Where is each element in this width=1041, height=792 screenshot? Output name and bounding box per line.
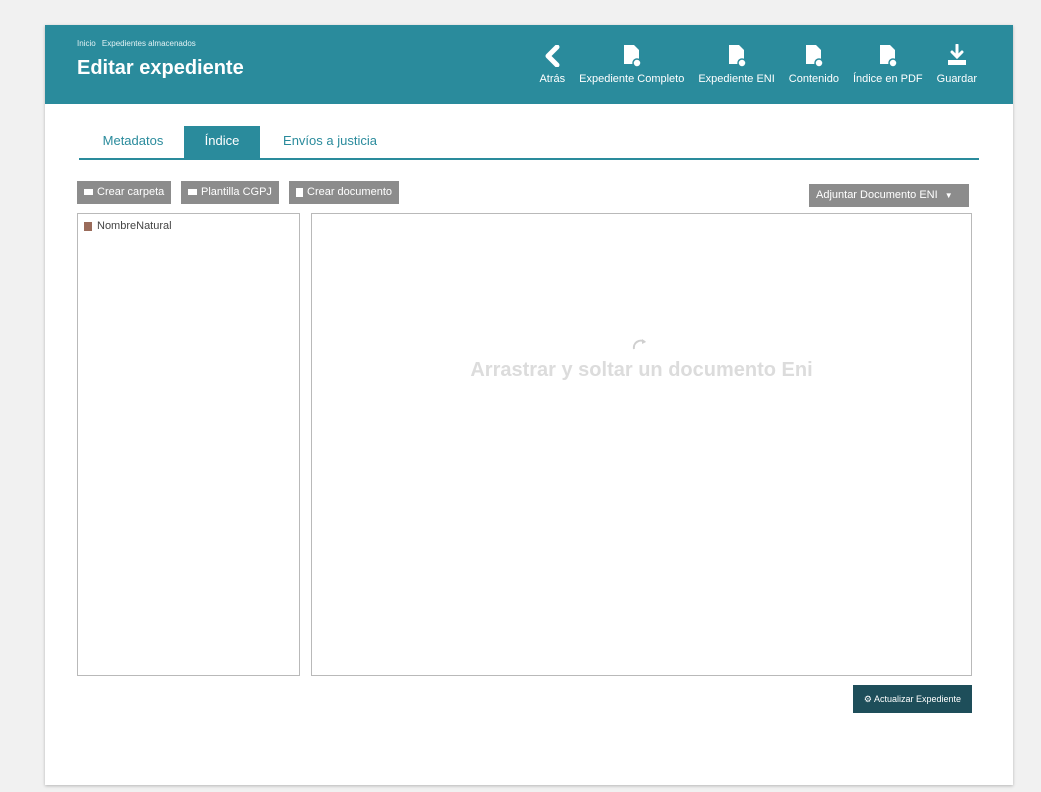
document-icon [296, 187, 303, 197]
crear-carpeta-label: Crear carpeta [97, 186, 165, 198]
expediente-eni-label: Expediente ENI [698, 73, 775, 85]
header-bar: Inicio Expedientes almacenados Editar ex… [45, 25, 1013, 104]
breadcrumb: Inicio Expedientes almacenados [77, 39, 200, 48]
folder-icon [84, 221, 92, 231]
page-title: Editar expediente [77, 57, 244, 79]
crear-carpeta-button[interactable]: Crear carpeta [77, 181, 172, 204]
contenido-label: Contenido [788, 73, 839, 85]
breadcrumb-link-inicio[interactable]: Inicio [77, 39, 96, 48]
refresh-icon [631, 336, 649, 357]
tree-item-label: NombreNatural [97, 220, 172, 232]
folder-icon [188, 189, 197, 196]
back-button-label: Atrás [539, 73, 566, 85]
tab-metadatos[interactable]: Metadatos [79, 126, 187, 158]
tab-indice[interactable]: Índice [184, 126, 260, 158]
caret-down-icon: ▼ [944, 191, 953, 200]
chevron-left-icon [540, 43, 564, 69]
crear-documento-label: Crear documento [307, 186, 392, 198]
tree-panel: NombreNatural [77, 213, 300, 676]
indice-pdf-label: Índice en PDF [852, 73, 923, 85]
document-download-icon [876, 43, 900, 69]
document-download-icon [620, 43, 644, 69]
back-button[interactable]: Atrás [539, 43, 565, 85]
tab-envios-justicia[interactable]: Envíos a justicia [274, 126, 386, 158]
actualizar-expediente-button[interactable]: ⚙ Actualizar Expediente [853, 685, 972, 713]
document-download-icon [802, 43, 826, 69]
toolbar: Atrás Expediente Completo Expediente ENI… [525, 43, 977, 85]
document-download-icon [725, 43, 749, 69]
save-download-icon [945, 43, 969, 69]
expediente-completo-label: Expediente Completo [579, 73, 685, 85]
crear-documento-button[interactable]: Crear documento [289, 181, 399, 204]
tab-bar: Metadatos Índice Envíos a justicia [79, 126, 979, 160]
plantilla-cgpj-button[interactable]: Plantilla CGPJ [181, 181, 279, 204]
contenido-button[interactable]: Contenido [789, 43, 839, 85]
dropzone-text: Arrastrar y soltar un documento Eni [470, 359, 813, 381]
tree-item[interactable]: NombreNatural [84, 220, 172, 232]
adjuntar-documento-eni-dropdown[interactable]: Adjuntar Documento ENI ▼ [809, 184, 969, 207]
expediente-eni-button[interactable]: Expediente ENI [698, 43, 775, 85]
actualizar-label: Actualizar Expediente [874, 694, 962, 704]
folder-icon [84, 189, 93, 196]
expediente-completo-button[interactable]: Expediente Completo [579, 43, 684, 85]
guardar-button[interactable]: Guardar [937, 43, 977, 85]
breadcrumb-link-expedientes[interactable]: Expedientes almacenados [102, 39, 196, 48]
plantilla-cgpj-label: Plantilla CGPJ [201, 186, 272, 198]
dropzone[interactable]: Arrastrar y soltar un documento Eni [311, 213, 972, 676]
indice-pdf-button[interactable]: Índice en PDF [853, 43, 923, 85]
gear-icon: ⚙ [863, 694, 872, 704]
adjuntar-label: Adjuntar Documento ENI [816, 189, 938, 201]
guardar-label: Guardar [936, 73, 977, 85]
page-container: Inicio Expedientes almacenados Editar ex… [45, 25, 1013, 785]
